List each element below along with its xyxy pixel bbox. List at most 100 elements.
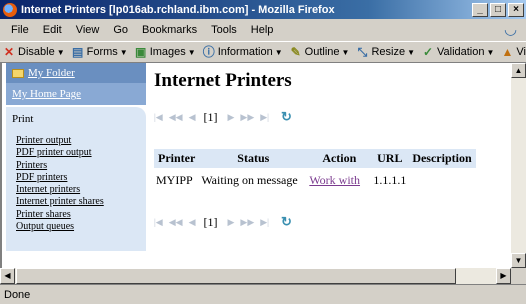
- page-title: Internet Printers: [154, 70, 292, 91]
- refresh-icon[interactable]: ↻: [281, 109, 292, 125]
- throbber-icon: ◡: [504, 21, 518, 38]
- cell-action: Work with: [307, 168, 371, 193]
- page-number: [1]: [203, 109, 218, 124]
- nav-link-printer-output[interactable]: Printer output: [16, 135, 146, 147]
- vertical-scrollbar[interactable]: ▲ ▼: [511, 63, 526, 268]
- nav-print-links: Printer output PDF printer output Printe…: [6, 131, 146, 251]
- menu-help[interactable]: Help: [244, 24, 281, 36]
- disable-label: Disable: [18, 46, 55, 58]
- nav-link-output-queues[interactable]: Output queues: [16, 221, 146, 233]
- chevron-down-icon: ▼: [187, 47, 196, 57]
- horizontal-scrollbar[interactable]: ◀ ▶: [0, 268, 511, 284]
- forms-button[interactable]: ▤ Forms ▼: [71, 45, 128, 59]
- nav-link-printer-shares[interactable]: Printer shares: [16, 209, 146, 221]
- printers-table: Printer Status Action URL Description MY…: [154, 149, 476, 193]
- nav-link-internet-printer-shares[interactable]: Internet printer shares: [16, 196, 146, 208]
- images-icon: ▣: [135, 45, 147, 59]
- first-page-icon[interactable]: |◀: [154, 112, 163, 123]
- last-page-icon[interactable]: ▶|: [260, 112, 269, 123]
- pager-bottom: |◀ ◀◀ ◀ [1] ▶ ▶▶ ▶| ↻: [154, 214, 511, 230]
- table-row: MYIPP Waiting on message Work with 1.1.1…: [154, 168, 476, 193]
- scroll-up-icon[interactable]: ▲: [511, 63, 526, 78]
- menu-file[interactable]: File: [4, 24, 36, 36]
- menu-bookmarks[interactable]: Bookmarks: [135, 24, 204, 36]
- forms-icon: ▤: [71, 45, 84, 59]
- menu-view[interactable]: View: [69, 24, 107, 36]
- nav-section-print[interactable]: Print: [6, 107, 146, 131]
- view-icon: ▲: [501, 45, 514, 59]
- cell-description: [408, 168, 475, 193]
- first-page-icon[interactable]: |◀: [154, 217, 163, 228]
- forms-label: Forms: [86, 46, 118, 58]
- disable-button[interactable]: ✕ Disable ▼: [2, 45, 65, 59]
- horizontal-scroll-thumb[interactable]: [16, 268, 456, 284]
- validation-button[interactable]: ✓ Validation ▼: [421, 45, 494, 59]
- col-printer[interactable]: Printer: [154, 149, 200, 168]
- x-icon: ✕: [3, 45, 15, 59]
- close-button[interactable]: ×: [508, 2, 524, 17]
- minimize-button[interactable]: _: [472, 2, 488, 17]
- scrollbar-corner: [511, 268, 526, 284]
- prev-page-icon[interactable]: ◀: [189, 217, 196, 228]
- next-page-icon[interactable]: ▶: [228, 217, 235, 228]
- next-block-icon[interactable]: ▶▶: [240, 217, 254, 228]
- outline-button[interactable]: ✎ Outline ▼: [289, 45, 350, 59]
- my-home-page-link[interactable]: My Home Page: [12, 88, 81, 100]
- prev-page-icon[interactable]: ◀: [189, 112, 196, 123]
- menu-go[interactable]: Go: [106, 24, 135, 36]
- prev-block-icon[interactable]: ◀◀: [169, 112, 183, 123]
- information-label: Information: [217, 46, 273, 58]
- nav-link-internet-printers[interactable]: Internet printers: [16, 184, 146, 196]
- check-icon: ✓: [422, 45, 434, 59]
- scroll-right-icon[interactable]: ▶: [496, 268, 511, 284]
- my-folder-link[interactable]: My Folder: [28, 67, 75, 79]
- cell-printer: MYIPP: [156, 173, 193, 187]
- chevron-down-icon: ▼: [341, 47, 350, 57]
- nav-link-printers[interactable]: Printers: [16, 160, 146, 172]
- scroll-left-icon[interactable]: ◀: [0, 268, 15, 284]
- chevron-down-icon: ▼: [407, 47, 415, 57]
- chevron-down-icon: ▼: [274, 47, 283, 57]
- col-status[interactable]: Status: [199, 149, 308, 168]
- resize-icon: ⤡: [357, 45, 368, 59]
- cell-url: 1.1.1.1: [373, 173, 407, 187]
- last-page-icon[interactable]: ▶|: [260, 217, 269, 228]
- info-icon: ⓘ: [202, 45, 215, 59]
- images-label: Images: [149, 46, 186, 58]
- menu-tools[interactable]: Tools: [204, 24, 244, 36]
- nav-home-row: My Home Page: [6, 83, 146, 105]
- chevron-down-icon: ▼: [486, 47, 495, 57]
- firefox-icon: [3, 2, 17, 17]
- next-block-icon[interactable]: ▶▶: [240, 112, 254, 123]
- status-text: Done: [4, 288, 31, 301]
- view-button[interactable]: ▲ View: [500, 45, 526, 59]
- col-url[interactable]: URL: [371, 149, 409, 168]
- cell-status: Waiting on message: [201, 173, 298, 187]
- pager-top: |◀ ◀◀ ◀ [1] ▶ ▶▶ ▶| ↻: [154, 109, 511, 125]
- chevron-down-icon: ▼: [119, 47, 128, 57]
- nav-link-pdf-printer-output[interactable]: PDF printer output: [16, 147, 146, 159]
- maximize-button[interactable]: □: [490, 2, 506, 17]
- scroll-down-icon[interactable]: ▼: [511, 253, 526, 268]
- work-with-link[interactable]: Work with: [309, 173, 360, 187]
- resize-button[interactable]: ⤡ Resize ▼: [355, 45, 415, 59]
- images-button[interactable]: ▣ Images ▼: [134, 45, 196, 59]
- webdev-toolbar: ✕ Disable ▼ ▤ Forms ▼ ▣ Images ▼ ⓘ Infor…: [0, 41, 526, 63]
- outline-label: Outline: [304, 46, 340, 58]
- sidebar-nav: My Folder My Home Page Print Printer out…: [6, 63, 146, 268]
- nav-link-pdf-printers[interactable]: PDF printers: [16, 172, 146, 184]
- page-viewport: My Folder My Home Page Print Printer out…: [0, 63, 511, 268]
- col-action[interactable]: Action: [307, 149, 372, 168]
- information-button[interactable]: ⓘ Information ▼: [202, 45, 283, 59]
- resize-label: Resize: [371, 46, 406, 58]
- page-number: [1]: [203, 214, 218, 229]
- menu-edit[interactable]: Edit: [36, 24, 69, 36]
- nav-folder-row: My Folder: [6, 63, 146, 83]
- main-content: Internet Printers |◀ ◀◀ ◀ [1] ▶ ▶▶ ▶| ↻ …: [154, 63, 511, 229]
- col-description[interactable]: Description: [408, 149, 476, 168]
- folder-icon: [12, 68, 24, 78]
- refresh-icon[interactable]: ↻: [281, 214, 292, 230]
- validation-label: Validation: [436, 46, 485, 58]
- next-page-icon[interactable]: ▶: [228, 112, 235, 123]
- prev-block-icon[interactable]: ◀◀: [169, 217, 183, 228]
